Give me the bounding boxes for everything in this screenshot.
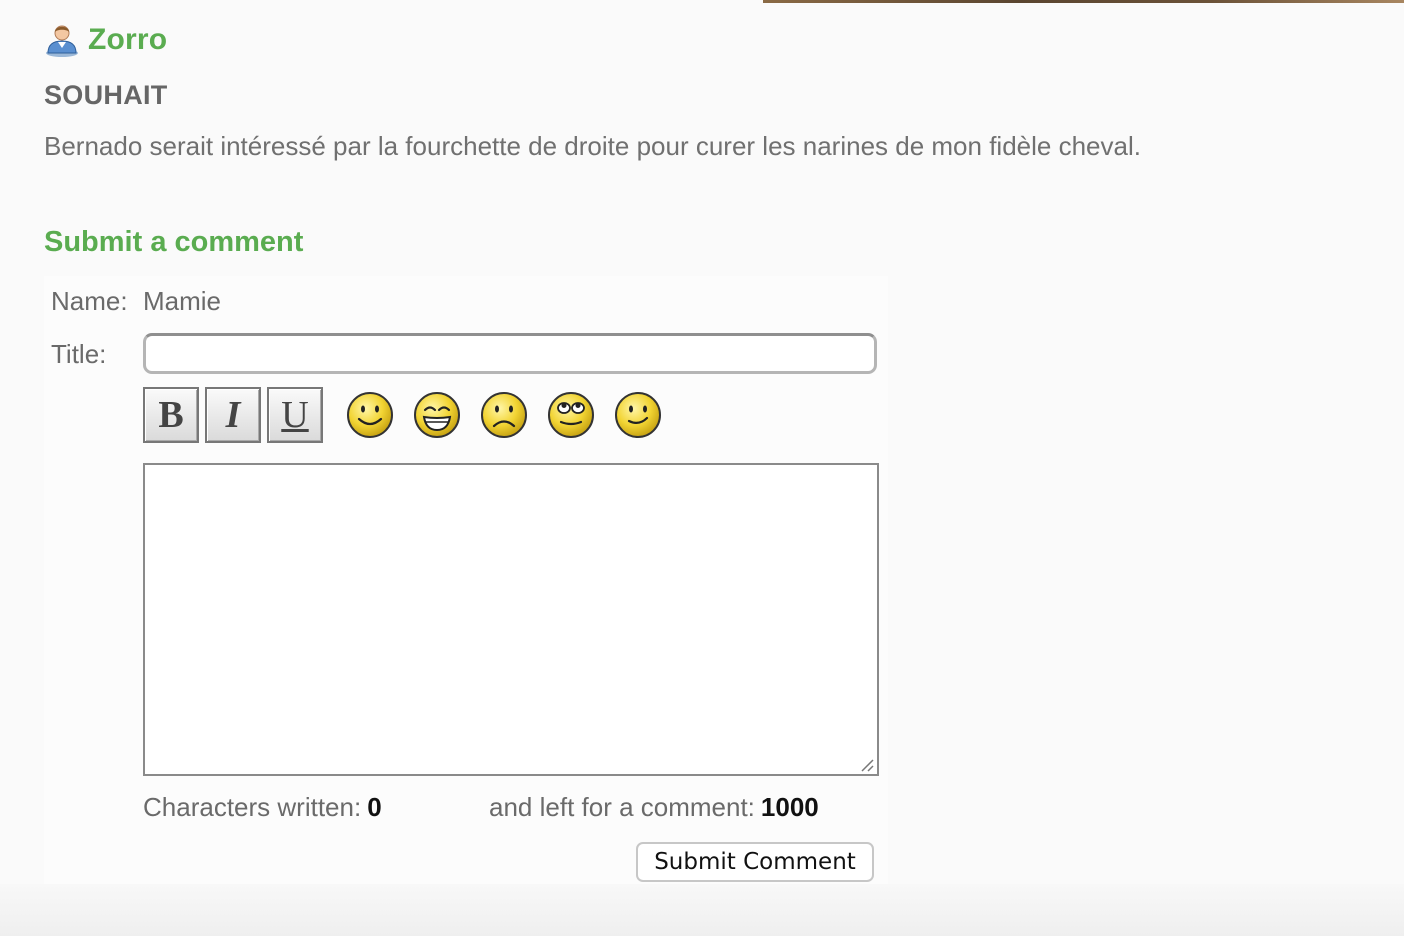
comment-section-title: Submit a comment (44, 226, 304, 258)
title-input[interactable] (143, 333, 877, 374)
bold-button[interactable]: B (143, 387, 199, 443)
underline-button[interactable]: U (267, 387, 323, 443)
header-image-edge (763, 0, 1404, 3)
smiley-group (345, 390, 663, 440)
sad-icon[interactable] (479, 390, 529, 440)
name-label: Name: (51, 286, 128, 316)
chars-written-label: Characters written: (143, 792, 362, 822)
italic-button[interactable]: I (205, 387, 261, 443)
name-value: Mamie (143, 286, 222, 316)
post-author: Zorro (44, 20, 167, 60)
chars-written-counter: Characters written: 0 (143, 792, 382, 823)
submit-comment-button[interactable]: Submit Comment (636, 842, 874, 882)
grin-icon[interactable] (412, 390, 462, 440)
wink-icon[interactable] (613, 390, 663, 440)
resize-handle-icon[interactable] (858, 756, 876, 774)
post-category-label: SOUHAIT (44, 80, 168, 110)
chars-left-counter: and left for a comment: 1000 (489, 792, 819, 823)
author-name[interactable]: Zorro (88, 20, 167, 60)
comment-textarea[interactable] (143, 463, 879, 776)
chars-left-label: and left for a comment: (489, 792, 755, 822)
formatting-toolbar: B I U (143, 387, 663, 443)
user-avatar-icon (46, 25, 78, 57)
page-footer-shade (0, 884, 1404, 936)
post-body: Bernado serait intéressé par la fourchet… (44, 131, 1141, 161)
smile-icon[interactable] (345, 390, 395, 440)
chars-left-value: 1000 (760, 792, 819, 822)
eye-roll-icon[interactable] (546, 390, 596, 440)
title-label: Title: (51, 339, 107, 369)
chars-written-value: 0 (367, 792, 382, 822)
